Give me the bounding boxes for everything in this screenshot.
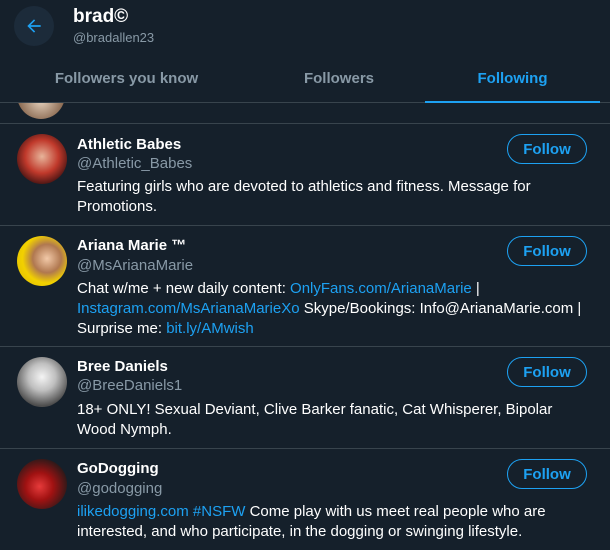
instagram-link[interactable]: Instagram.com/MsArianaMarieXo <box>77 300 300 317</box>
avatar[interactable] <box>17 357 67 407</box>
user-handle[interactable]: @Athletic_Babes <box>77 155 192 172</box>
list-item[interactable]: GoDogging @godogging ilikedogging.com #N… <box>0 449 610 550</box>
user-bio: ilikedogging.com #NSFW Come play with us… <box>77 502 587 542</box>
bio-text: Surprise me: <box>77 320 167 337</box>
user-name[interactable]: Bree Daniels <box>77 358 168 375</box>
user-name[interactable]: GoDogging <box>77 460 159 477</box>
profile-name: brad© <box>73 6 129 27</box>
avatar[interactable] <box>17 236 67 286</box>
user-bio: Chat w/me + new daily content: OnlyFans.… <box>77 279 587 339</box>
bio-text: | <box>471 280 480 297</box>
follow-button[interactable]: Follow <box>507 134 587 164</box>
website-link[interactable]: ilikedogging.com <box>77 503 189 520</box>
user-handle[interactable]: @godogging <box>77 480 162 497</box>
onlyfans-link[interactable]: OnlyFans.com/ArianaMarie <box>290 280 472 297</box>
user-name[interactable]: Ariana Marie ™ <box>77 237 186 254</box>
user-name[interactable]: Athletic Babes <box>77 136 181 153</box>
follow-button[interactable]: Follow <box>507 236 587 266</box>
user-bio: Featuring girls who are devoted to athle… <box>77 178 531 215</box>
hashtag-link[interactable]: #NSFW <box>193 503 246 520</box>
avatar[interactable] <box>17 459 67 509</box>
user-bio: 18+ ONLY! Sexual Deviant, Clive Barker f… <box>77 401 553 438</box>
tab-followers[interactable]: Followers <box>253 53 425 103</box>
follow-tabs: Followers you know Followers Following <box>0 53 610 103</box>
bio-text: Skype/Bookings: Info@ArianaMarie.com | <box>299 300 582 317</box>
list-item[interactable] <box>0 103 610 124</box>
arrow-left-icon <box>27 19 41 33</box>
profile-handle: @bradallen23 <box>73 30 155 45</box>
back-button[interactable] <box>14 6 54 46</box>
avatar[interactable] <box>17 103 65 119</box>
user-handle[interactable]: @MsArianaMarie <box>77 257 193 274</box>
tab-followers-you-know[interactable]: Followers you know <box>0 53 253 103</box>
profile-header: brad© @bradallen23 <box>0 0 610 53</box>
list-item[interactable]: Bree Daniels @BreeDaniels1 18+ ONLY! Sex… <box>0 347 610 449</box>
bio-text: Chat w/me + new daily content: <box>77 280 291 297</box>
user-handle[interactable]: @BreeDaniels1 <box>77 377 182 394</box>
tab-following[interactable]: Following <box>425 53 600 103</box>
list-item[interactable]: Athletic Babes @Athletic_Babes Featuring… <box>0 124 610 226</box>
follow-button[interactable]: Follow <box>507 357 587 387</box>
follow-button[interactable]: Follow <box>507 459 587 489</box>
avatar[interactable] <box>17 134 67 184</box>
list-item[interactable]: Ariana Marie ™ @MsArianaMarie Chat w/me … <box>0 226 610 347</box>
wishlist-link[interactable]: bit.ly/AMwish <box>166 320 254 337</box>
